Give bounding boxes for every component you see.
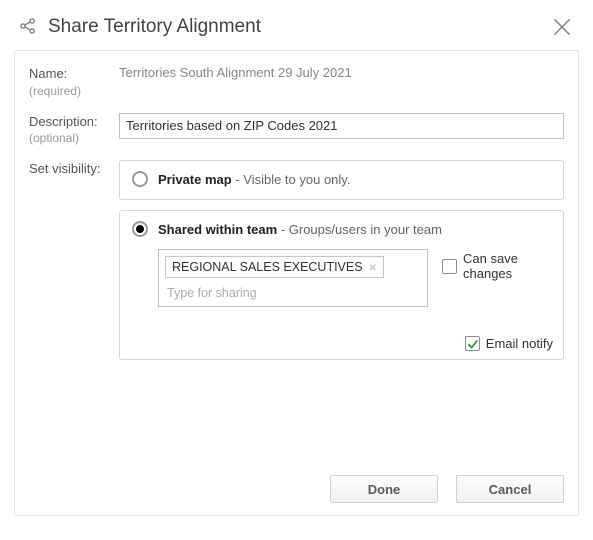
share-placeholder: Type for sharing xyxy=(165,286,421,300)
description-label-hint: (optional) xyxy=(29,130,119,146)
shared-hint: - Groups/users in your team xyxy=(277,222,442,237)
private-option-box: Private map - Visible to you only. xyxy=(119,160,564,200)
shared-radio-label: Shared within team - Groups/users in you… xyxy=(158,222,442,237)
email-notify-checkbox[interactable] xyxy=(465,336,480,351)
share-icon xyxy=(18,16,38,39)
shared-title: Shared within team xyxy=(158,222,277,237)
header-left: Share Territory Alignment xyxy=(18,16,261,39)
description-label-text: Description: xyxy=(29,113,119,131)
dialog-footer: Done Cancel xyxy=(330,475,564,503)
share-territory-dialog: Share Territory Alignment Name: (require… xyxy=(0,0,593,540)
dialog-title: Share Territory Alignment xyxy=(48,16,261,38)
remove-token-icon[interactable]: × xyxy=(369,260,377,274)
name-label-hint: (required) xyxy=(29,83,119,99)
visibility-row: Set visibility: Private map - Visible to… xyxy=(29,160,564,360)
can-save-label: Can save changes xyxy=(463,251,551,281)
close-icon[interactable] xyxy=(549,14,575,40)
done-button[interactable]: Done xyxy=(330,475,438,503)
name-label: Name: (required) xyxy=(29,65,119,99)
share-targets-input[interactable]: REGIONAL SALES EXECUTIVES × Type for sha… xyxy=(158,249,428,307)
shared-option-box: Shared within team - Groups/users in you… xyxy=(119,210,564,360)
cancel-button[interactable]: Cancel xyxy=(456,475,564,503)
description-label: Description: (optional) xyxy=(29,113,119,147)
description-input[interactable] xyxy=(119,113,564,139)
private-title: Private map xyxy=(158,172,232,187)
dialog-body: Name: (required) Territories South Align… xyxy=(14,50,579,516)
name-label-text: Name: xyxy=(29,65,119,83)
can-save-checkbox[interactable] xyxy=(442,259,457,274)
shared-radio[interactable] xyxy=(132,221,148,237)
name-row: Name: (required) Territories South Align… xyxy=(29,65,564,99)
private-radio[interactable] xyxy=(132,171,148,187)
shared-body: REGIONAL SALES EXECUTIVES × Type for sha… xyxy=(158,249,551,307)
description-row: Description: (optional) xyxy=(29,113,564,147)
visibility-label: Set visibility: xyxy=(29,160,119,178)
email-notify-row: Email notify xyxy=(465,336,553,351)
name-value: Territories South Alignment 29 July 2021 xyxy=(119,65,564,80)
email-notify-label: Email notify xyxy=(486,336,553,351)
share-token: REGIONAL SALES EXECUTIVES × xyxy=(165,256,384,278)
private-radio-label: Private map - Visible to you only. xyxy=(158,172,350,187)
dialog-header: Share Territory Alignment xyxy=(14,10,579,50)
can-save-row: Can save changes xyxy=(442,251,551,281)
share-token-label: REGIONAL SALES EXECUTIVES xyxy=(172,260,363,274)
private-hint: - Visible to you only. xyxy=(232,172,351,187)
